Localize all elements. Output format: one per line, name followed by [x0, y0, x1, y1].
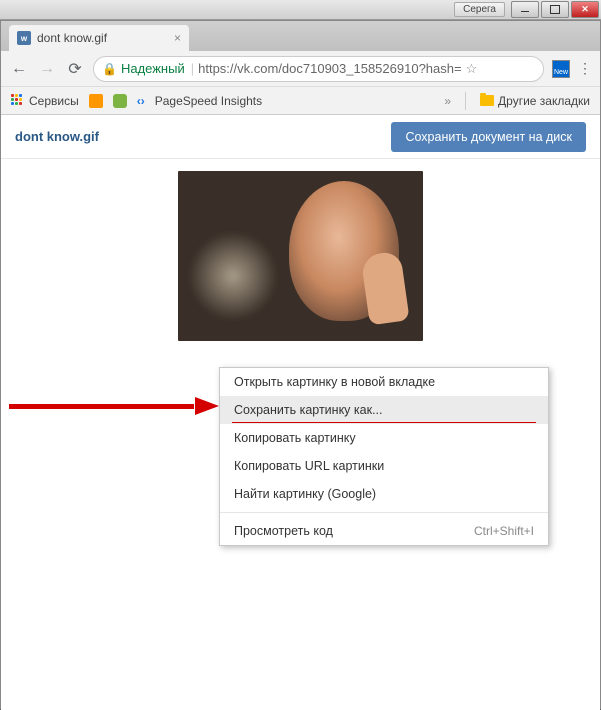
tab-strip: dont know.gif × — [1, 21, 600, 51]
browser-tab[interactable]: dont know.gif × — [9, 25, 189, 51]
lock-icon: 🔒 — [102, 62, 117, 76]
context-menu: Открыть картинку в новой вкладке Сохрани… — [219, 367, 549, 546]
other-bookmarks-label: Другие закладки — [498, 94, 590, 108]
tab-title: dont know.gif — [37, 31, 107, 45]
ctx-copy-image-url[interactable]: Копировать URL картинки — [220, 452, 548, 480]
user-badge[interactable]: Серега — [454, 2, 505, 17]
image-area — [1, 159, 600, 341]
ctx-inspect-shortcut: Ctrl+Shift+I — [474, 524, 534, 538]
browser-toolbar: ← → ⟳ 🔒 Надежный | https://vk.com/doc710… — [1, 51, 600, 87]
document-title: dont know.gif — [15, 129, 99, 144]
annotation-arrow — [9, 399, 219, 413]
ctx-save-image-as[interactable]: Сохранить картинку как... — [220, 396, 548, 424]
browser-menu-icon[interactable]: ⋮ — [578, 60, 592, 77]
window-titlebar: Серега — [0, 0, 601, 20]
ctx-inspect[interactable]: Просмотреть код Ctrl+Shift+I — [220, 517, 548, 545]
bookmark-pagespeed[interactable]: PageSpeed Insights — [137, 94, 262, 108]
window-minimize-button[interactable] — [511, 1, 539, 18]
pagespeed-icon — [137, 94, 151, 108]
gif-image[interactable] — [178, 171, 423, 341]
forward-icon[interactable]: → — [37, 60, 57, 78]
ctx-inspect-label: Просмотреть код — [234, 524, 333, 538]
apps-grid-icon — [11, 94, 25, 108]
browser-chrome: dont know.gif × ← → ⟳ 🔒 Надежный | https… — [1, 21, 600, 115]
url-text: https://vk.com/doc710903_158526910?hash= — [198, 61, 461, 76]
extension-icon[interactable]: New — [552, 60, 570, 78]
bookmark-item-1[interactable] — [89, 94, 103, 108]
apps-shortcut[interactable]: Сервисы — [11, 94, 79, 108]
bookmarks-divider — [465, 92, 466, 110]
page-content: dont know.gif Сохранить документ на диск… — [1, 115, 600, 710]
ctx-search-google[interactable]: Найти картинку (Google) — [220, 480, 548, 508]
address-bar[interactable]: 🔒 Надежный | https://vk.com/doc710903_15… — [93, 56, 544, 82]
bookmark-item-2[interactable] — [113, 94, 127, 108]
ctx-open-new-tab[interactable]: Открыть картинку в новой вкладке — [220, 368, 548, 396]
back-icon[interactable]: ← — [9, 60, 29, 78]
bookmark-orange-icon — [89, 94, 103, 108]
bookmark-green-icon — [113, 94, 127, 108]
bookmarks-bar: Сервисы PageSpeed Insights » Другие закл… — [1, 87, 600, 115]
pagespeed-label: PageSpeed Insights — [155, 94, 262, 108]
page-header: dont know.gif Сохранить документ на диск — [1, 115, 600, 159]
ctx-separator — [220, 512, 548, 513]
bookmarks-overflow-icon[interactable]: » — [444, 94, 451, 108]
window-maximize-button[interactable] — [541, 1, 569, 18]
window-close-button[interactable] — [571, 1, 599, 18]
tab-close-icon[interactable]: × — [174, 31, 181, 45]
save-document-button[interactable]: Сохранить документ на диск — [391, 122, 586, 152]
other-bookmarks[interactable]: Другие закладки — [480, 94, 590, 108]
apps-label: Сервисы — [29, 94, 79, 108]
divider: | — [191, 61, 194, 76]
ctx-copy-image[interactable]: Копировать картинку — [220, 424, 548, 452]
bookmark-star-icon[interactable]: ☆ — [466, 61, 478, 77]
vk-favicon-icon — [17, 31, 31, 45]
secure-label: Надежный — [121, 61, 185, 76]
reload-icon[interactable]: ⟳ — [65, 59, 85, 79]
folder-icon — [480, 95, 494, 106]
